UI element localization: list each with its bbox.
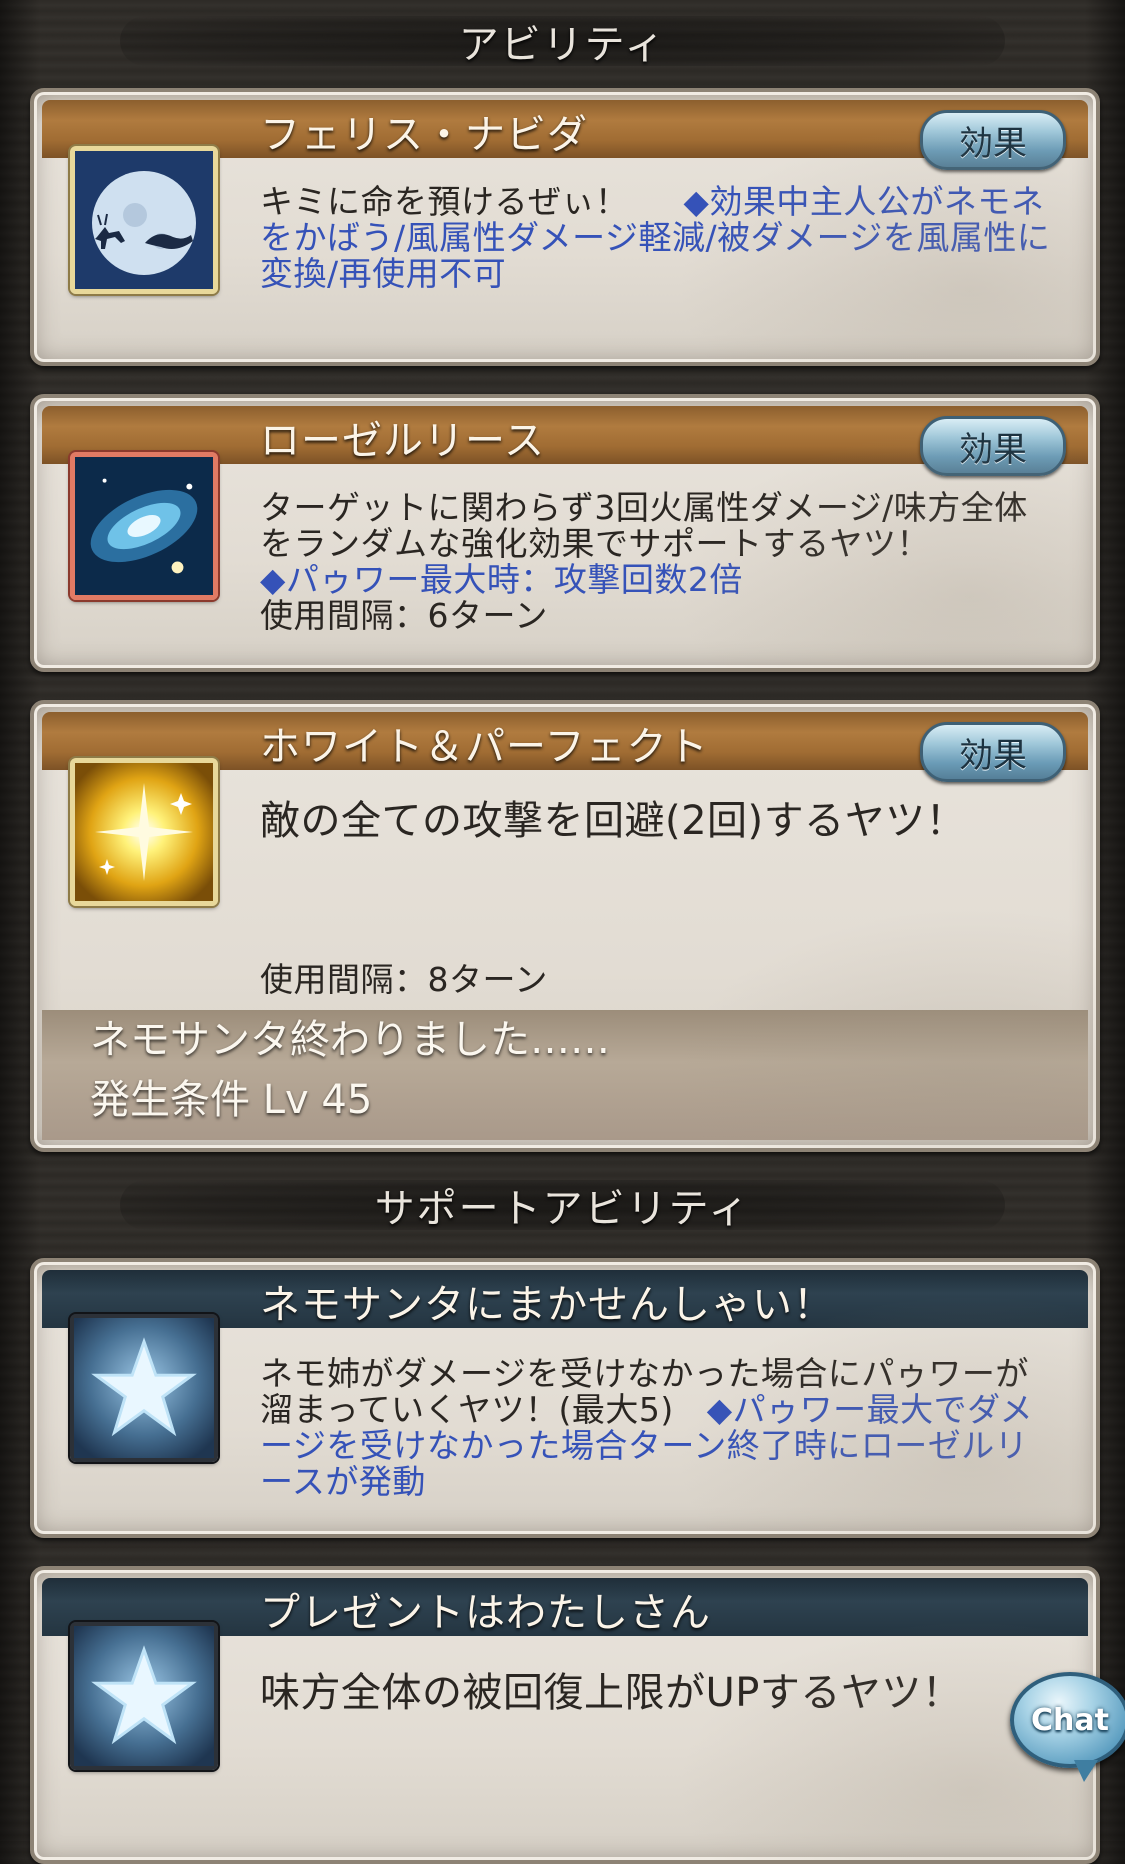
galaxy-swirl-icon[interactable]: [70, 452, 218, 600]
cooldown-text: 使用間隔：6ターン: [260, 596, 548, 635]
support-ability-card-1: ネモサンタにまかせんしゃい！ ネモ姉がダメージを受けなかった場合にパゥワーが溜ま…: [30, 1258, 1100, 1538]
description-text: ターゲットに関わらず3回火属性ダメージ/味方全体をランダムな強化効果でサポートす…: [260, 488, 1028, 563]
chat-button[interactable]: Chat: [1010, 1672, 1125, 1782]
moon-reindeer-sleigh-icon[interactable]: [70, 146, 218, 294]
ability-card-1: フェリス・ナビダ 効果 キミに命を預けるぜぃ！ ◆効果中主人公がネモネをかばう/…: [30, 88, 1100, 366]
support-section-title: サポートアビリティ: [120, 1180, 1005, 1232]
ability-description: ターゲットに関わらず3回火属性ダメージ/味方全体をランダムな強化効果でサポートす…: [260, 490, 1052, 634]
support-ability-name: ネモサンタにまかせんしゃい！: [260, 1282, 834, 1328]
support-ability-name: プレゼントはわたしさん: [260, 1590, 711, 1636]
support-description: ネモ姉がダメージを受けなかった場合にパゥワーが溜まっていくヤツ！(最大5) ◆パ…: [260, 1356, 1052, 1500]
star-icon: [70, 1622, 218, 1770]
condition-note: ネモサンタ終わりました……: [90, 1017, 610, 1063]
ability-description: 敵の全ての攻撃を回避(2回)するヤツ！: [260, 798, 967, 844]
cooldown-text: 使用間隔：8ターン: [260, 960, 548, 999]
effect-detail-text: ◆パゥワー最大時：攻撃回数2倍: [260, 560, 743, 599]
ability-name: ホワイト＆パーフェクト: [260, 724, 709, 770]
effect-button[interactable]: 効果: [920, 110, 1066, 170]
golden-sparkle-icon[interactable]: [70, 758, 218, 906]
support-ability-card-2: プレゼントはわたしさん 味方全体の被回復上限がUPするヤツ！: [30, 1566, 1100, 1864]
description-text: キミに命を預けるぜぃ！: [260, 182, 629, 221]
condition-level: 発生条件 Lv 45: [90, 1077, 373, 1123]
abilities-section-title: アビリティ: [120, 16, 1005, 68]
support-description: 味方全体の被回復上限がUPするヤツ！: [260, 1670, 963, 1716]
effect-button[interactable]: 効果: [920, 416, 1066, 476]
ability-name: ローゼルリース: [260, 418, 545, 464]
star-icon: [70, 1314, 218, 1462]
ability-card-3: ホワイト＆パーフェクト 効果 敵の全ての攻撃を回避(2回)するヤツ！ 使用間隔：…: [30, 700, 1100, 1152]
ability-name: フェリス・ナビダ: [260, 112, 588, 158]
unlock-condition-box: ネモサンタ終わりました…… 発生条件 Lv 45: [42, 1010, 1088, 1140]
ability-card-2: ローゼルリース 効果 ターゲットに関わらず3回火属性ダメージ/味方全体をランダム…: [30, 394, 1100, 672]
effect-button[interactable]: 効果: [920, 722, 1066, 782]
ability-description: キミに命を預けるぜぃ！ ◆効果中主人公がネモネをかばう/風属性ダメージ軽減/被ダ…: [260, 184, 1052, 292]
